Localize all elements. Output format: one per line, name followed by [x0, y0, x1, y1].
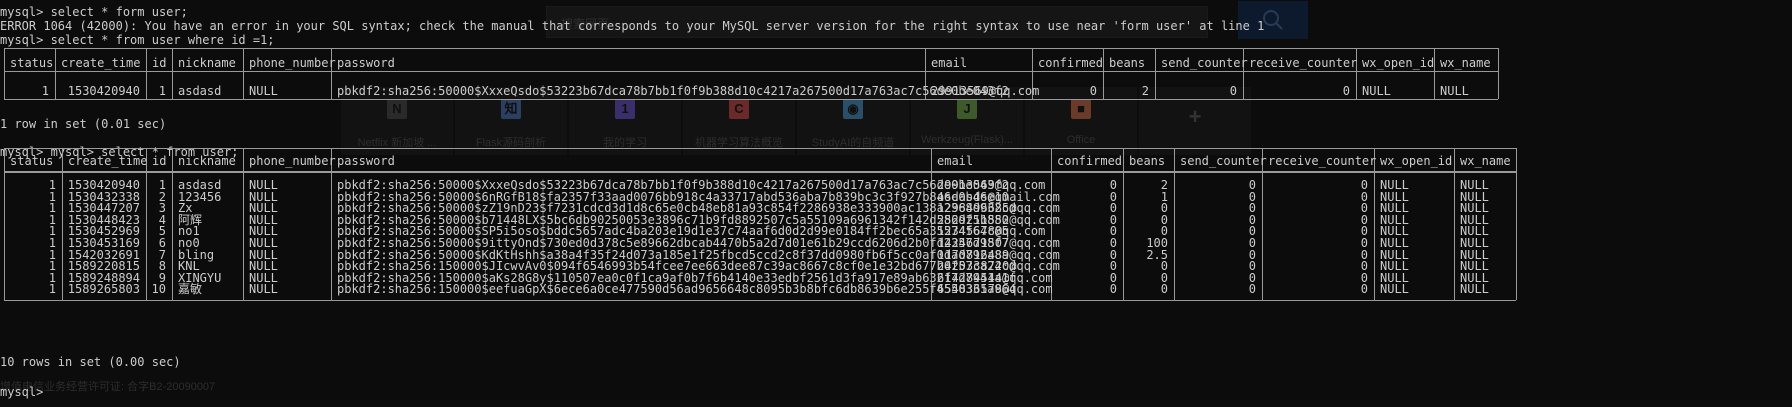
table-column-rule [4, 48, 5, 99]
table-column-rule [1516, 148, 1517, 300]
table-column-rule [172, 148, 173, 300]
column-header: id [152, 154, 167, 168]
table-rule [4, 71, 1498, 72]
table-cell: 0 [1248, 282, 1256, 297]
table-cell: 0 [1229, 84, 1237, 98]
table-cell: 0 [1160, 282, 1168, 297]
column-header: nickname [178, 154, 236, 168]
column-header: password [337, 56, 395, 70]
table-cell: 0 [1342, 84, 1350, 98]
table-column-rule [243, 148, 244, 300]
table-column-rule [4, 148, 5, 300]
column-header: email [937, 154, 974, 168]
table-cell: 0 [1089, 84, 1097, 98]
result-summary: 10 rows in set (0.00 sec) [0, 355, 181, 369]
table-cell: 1530420940 [67, 84, 140, 98]
column-header: phone_number [249, 154, 336, 168]
column-header: wx_name [1440, 56, 1491, 70]
error-line: ERROR 1064 (42000): You have an error in… [0, 19, 1265, 33]
table-cell: 1589265803 [67, 282, 140, 297]
table-cell: 1 [158, 84, 166, 98]
column-header: email [931, 56, 968, 70]
table-column-rule [55, 48, 56, 99]
column-header: phone_number [249, 56, 336, 70]
console-line: mysql> select * form user; [0, 5, 188, 19]
table-cell: 0 [1360, 282, 1368, 297]
column-header: confirmed [1057, 154, 1123, 168]
column-header: beans [1129, 154, 1166, 168]
table-column-rule [1498, 48, 1499, 99]
table-column-rule [62, 148, 63, 300]
table-column-rule [1374, 148, 1375, 300]
table-cell: 29913569@qq.com [931, 84, 1040, 98]
table-cell: 1 [48, 282, 56, 297]
table-cell: NULL [249, 84, 278, 98]
column-header: confirmed [1038, 56, 1104, 70]
table-column-rule [331, 148, 332, 300]
column-header: password [337, 154, 395, 168]
column-header: create_time [68, 154, 148, 168]
table-cell: NULL [1440, 84, 1469, 98]
column-header: wx_name [1460, 154, 1511, 168]
table-column-rule [1155, 48, 1156, 99]
table-cell: 654836578@qq.com [937, 282, 1053, 297]
column-header: nickname [178, 56, 236, 70]
column-header: send_counter [1161, 56, 1248, 70]
table-cell: pbkdf2:sha256:150000$eefuaGpX$6ece6a0ce4… [337, 282, 1017, 297]
table-rule [4, 148, 1516, 149]
table-column-rule [146, 148, 147, 300]
table-cell: pbkdf2:sha256:50000$XxxeQsdo$53223b67dca… [337, 84, 1009, 98]
column-header: create_time [61, 56, 141, 70]
column-header: wx_open_id [1380, 154, 1453, 168]
column-header: wx_open_id [1362, 56, 1435, 70]
table-rule [4, 172, 1516, 173]
table-column-rule [172, 48, 173, 99]
console-line: mysql> select * from user where id =1; [0, 33, 275, 47]
table-rule [4, 300, 1516, 301]
column-header: beans [1109, 56, 1146, 70]
table-cell: NULL [1460, 282, 1489, 297]
table-cell: 1 [41, 84, 49, 98]
table-cell: 2 [1141, 84, 1149, 98]
table-column-rule [243, 48, 244, 99]
column-header: receive_counter [1268, 154, 1377, 168]
table-column-rule [1123, 148, 1124, 300]
table-rule [4, 99, 1498, 100]
table-column-rule [1454, 148, 1455, 300]
table-cell: 嘉敏 [178, 282, 203, 297]
column-header: id [152, 56, 167, 70]
result-summary: 1 row in set (0.01 sec) [0, 117, 167, 131]
column-header: receive_counter [1249, 56, 1358, 70]
column-header: send_counter [1180, 154, 1267, 168]
column-header: status [10, 56, 54, 70]
command-prompt[interactable]: mysql> [0, 385, 43, 399]
table-cell: 0 [1109, 282, 1117, 297]
table-rule [4, 48, 1498, 49]
table-cell: NULL [249, 282, 278, 297]
console-output: mysql> select * form user; ERROR 1064 (4… [0, 0, 1792, 407]
table-column-rule [1262, 148, 1263, 300]
table-cell: NULL [1380, 282, 1409, 297]
table-cell: NULL [1362, 84, 1391, 98]
table-column-rule [146, 48, 147, 99]
table-column-rule [1103, 48, 1104, 99]
table-cell: asdasd [178, 84, 222, 98]
table-cell: 10 [151, 282, 166, 297]
table-column-rule [1174, 148, 1175, 300]
column-header: status [10, 154, 54, 168]
